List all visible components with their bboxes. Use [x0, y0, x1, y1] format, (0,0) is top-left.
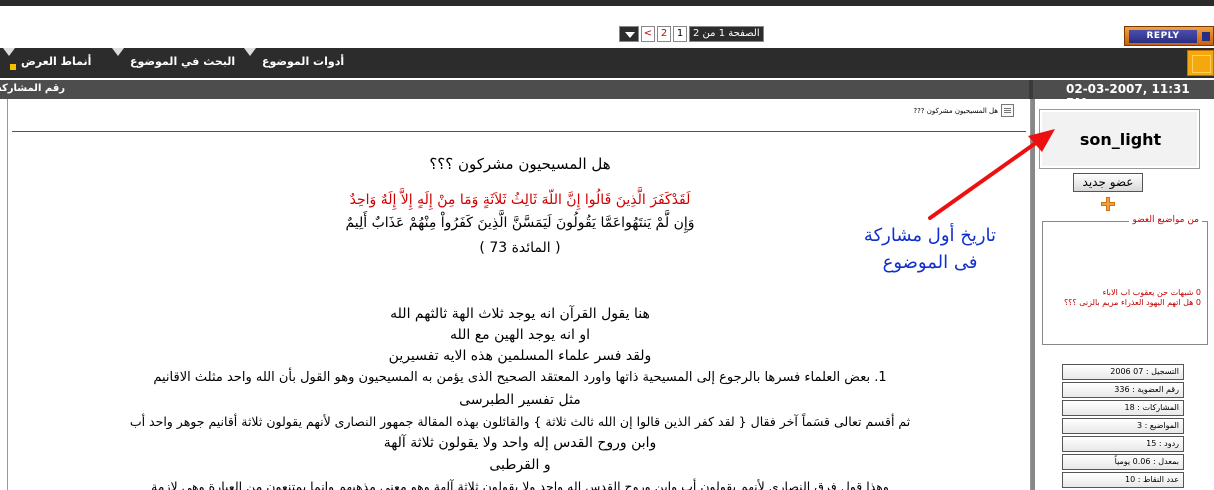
document-icon: [1001, 104, 1014, 117]
member-topics-box: من مواضيع العضو 0 شبهات حن يعقوب اب الاب…: [1041, 215, 1208, 345]
stat-posts: المشاركات : 18: [1062, 400, 1184, 416]
post-title: هل المسيحيون مشركون ???: [913, 106, 998, 115]
pagination: < 2 1 الصفحة 1 من 2: [617, 26, 764, 42]
stat-rate: بمعدل : 0.06 يومياً: [1062, 454, 1184, 470]
member-topic-link[interactable]: 0 شبهات حن يعقوب اب الاباء: [1041, 288, 1201, 298]
divider: [1029, 80, 1033, 99]
annotation-text: تاريخ أول مشاركة فى الموضوع: [845, 222, 1015, 276]
member-topic-link[interactable]: 0 هل اتهم اليهود العذراء مريم بالزنى ؟؟؟: [1041, 298, 1201, 308]
stat-points: عدد النقاط : 10: [1062, 472, 1184, 488]
post-number[interactable]: رقم المشاركة : 1: [0, 83, 65, 94]
post-line: 1. بعض العلماء فسرها بالرجوع إلى المسيحي…: [153, 370, 887, 385]
page-2-link[interactable]: 2: [657, 26, 671, 42]
post-line: ولقد فسر علماء المسلمين هذه الايه تفسيري…: [388, 348, 652, 364]
username[interactable]: son_light: [1040, 130, 1201, 149]
display-modes-menu[interactable]: أنماط العرض: [21, 55, 91, 68]
username-box: son_light: [1039, 109, 1200, 169]
post-line: مثل تفسير الطبرسى: [459, 392, 581, 408]
post-line: و القرطبى: [489, 457, 551, 473]
member-topics-legend: من مواضيع العضو: [1129, 215, 1202, 225]
annotation-line: تاريخ أول مشاركة: [863, 225, 997, 246]
annotation-arrow-icon: [928, 129, 1055, 220]
post-line: وابن وروح القدس إله واحد ولا يقولون ثلاث…: [383, 435, 657, 451]
chevron-down-icon: [3, 48, 15, 56]
status-dot-icon: [10, 64, 16, 70]
post-body: هل المسيحيون مشركون ??? هل المسيحيون مشر…: [7, 99, 1031, 490]
page-label: الصفحة 1 من 2: [689, 26, 764, 42]
post-line: او انه يوجد الهين مع الله: [449, 327, 591, 343]
post-line: هنا يقول القرآن انه يوجد ثلاث الهة ثالثه…: [390, 306, 650, 322]
thread-tools-menu[interactable]: أدوات الموضوع: [262, 55, 344, 68]
reply-label: REPLY: [1129, 30, 1197, 43]
stat-member-id: رقم العضوية : 336: [1062, 382, 1184, 398]
page-current: 1: [673, 26, 687, 42]
annotation-line: فى الموضوع: [882, 252, 978, 273]
chevron-down-icon: [112, 48, 124, 56]
reputation-icon: [1101, 197, 1115, 211]
reply-arrow-icon: [1202, 32, 1210, 41]
post-line: ثم أقسم تعالى قسَماً آخر فقال { لقد كفر …: [129, 414, 911, 429]
top-border: [0, 0, 1214, 6]
post-title-row: هل المسيحيون مشركون ???: [913, 104, 1014, 117]
collapse-icon[interactable]: [1187, 50, 1214, 76]
stat-topics: المواضيع : 3: [1062, 418, 1184, 434]
stat-join-date: التسجيل : 07 2006: [1062, 364, 1184, 380]
post-line: هل المسيحيون مشركون ؟؟؟: [429, 155, 611, 173]
member-stats: التسجيل : 07 2006 رقم العضوية : 336 المش…: [1062, 364, 1184, 490]
page-menu-chevron-icon[interactable]: [619, 26, 639, 42]
post-line: وهذا قول فرق النصارى لأنهم يقولون أب واب…: [151, 479, 889, 490]
chevron-down-icon: [244, 48, 256, 56]
rank-badge: عضو جديد: [1073, 173, 1143, 192]
reply-button[interactable]: REPLY: [1124, 26, 1214, 46]
search-thread-menu[interactable]: البحث في الموضوع: [130, 55, 235, 68]
divider: [12, 131, 1026, 132]
stat-replies: ردود : 15: [1062, 436, 1184, 452]
post-line: لَقَدْكَفَرَ الَّذِينَ قَالُوا إِنَّ الل…: [349, 192, 691, 208]
page-prev-link[interactable]: <: [641, 26, 655, 42]
